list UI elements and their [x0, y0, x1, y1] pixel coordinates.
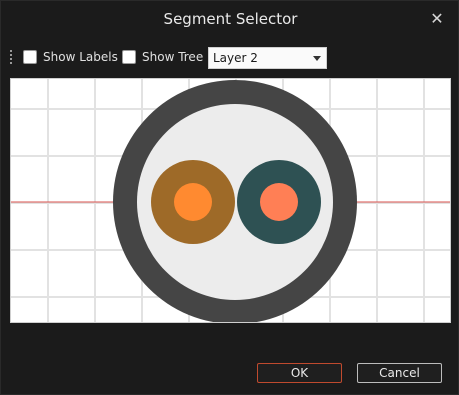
show-labels-label: Show Labels [43, 50, 118, 64]
cancel-button[interactable]: Cancel [357, 363, 442, 383]
segment-canvas-svg[interactable] [11, 79, 451, 323]
segment-selector-dialog: Segment Selector ✕ Show Labels Show Tree… [0, 0, 459, 395]
segment-canvas[interactable] [10, 78, 451, 323]
show-labels-checkbox[interactable]: Show Labels [23, 50, 118, 64]
left-core-segment[interactable] [174, 183, 212, 221]
toolbar-grip-icon[interactable] [10, 50, 13, 68]
layer-select[interactable]: Layer 2 [208, 47, 327, 69]
show-tree-label: Show Tree [142, 50, 204, 64]
layer-select-value: Layer 2 [213, 51, 258, 65]
right-core-segment[interactable] [260, 183, 298, 221]
show-tree-checkbox-box[interactable] [122, 50, 136, 64]
toolbar: Show Labels Show Tree Layer 2 [1, 45, 459, 73]
close-icon[interactable]: ✕ [426, 8, 448, 28]
dialog-title: Segment Selector [163, 10, 298, 28]
show-tree-checkbox[interactable]: Show Tree [122, 50, 203, 64]
ok-button[interactable]: OK [257, 363, 342, 383]
show-labels-checkbox-box[interactable] [23, 50, 37, 64]
chevron-down-icon[interactable] [313, 56, 321, 61]
title-bar: Segment Selector ✕ [1, 1, 459, 41]
